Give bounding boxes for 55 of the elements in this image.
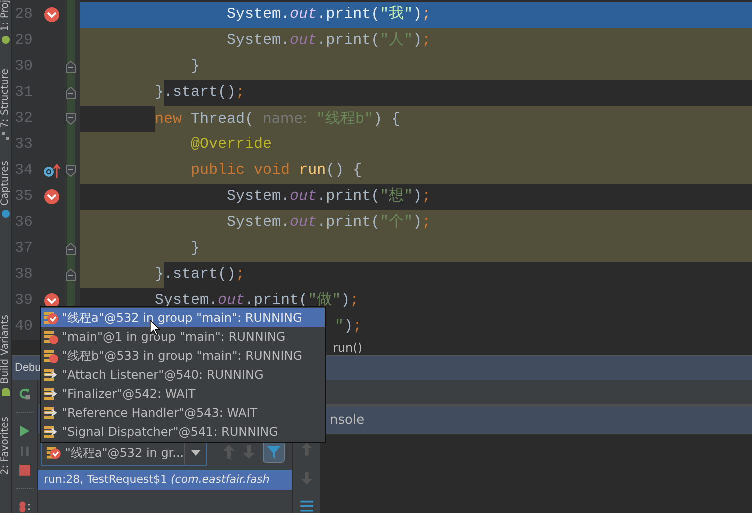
thread-item[interactable]: "线程b"@533 in group "main": RUNNING [41,346,325,365]
thread-suspended-icon [43,328,59,344]
fold-end-icon[interactable] [66,87,76,99]
code-line: System.out.print("做"); [155,291,360,311]
code-line: @Override [191,135,272,155]
code-line: "); [335,317,362,337]
code-line: public void run() { [191,161,362,181]
tool-window-tab[interactable]: 2: Favorites [0,416,11,476]
thread-name: "线程a"@532 in gr... [65,445,184,462]
resume-icon[interactable] [18,425,32,438]
captures-icon [0,208,10,219]
thread-arrow-icon [43,366,59,382]
breakpoint-icon[interactable] [44,7,60,23]
up-arrow-icon[interactable] [300,442,312,456]
thread-suspended-icon [43,348,59,364]
stack-frame[interactable]: run:28, TestRequest$1 (com.eastfair.fash [38,470,292,490]
layout-icon[interactable] [298,500,314,513]
thread-breakpoint-icon [46,445,62,462]
code-line: }.start(); [155,83,246,103]
code-line: }.start(); [155,265,246,285]
dot-icon [0,34,10,45]
thread-item[interactable]: "Attach Listener"@540: RUNNING [41,365,325,384]
thread-arrow-icon [43,404,59,420]
thread-item[interactable]: "Signal Dispatcher"@541: RUNNING [41,422,325,441]
thread-item[interactable]: "线程a"@532 in group "main": RUNNING [41,308,325,327]
override-icon[interactable] [43,163,61,179]
structure-icon [0,131,10,141]
thread-breakpoint-icon [43,310,59,326]
stop-icon[interactable] [18,464,32,476]
fold-end-icon[interactable] [66,61,76,73]
code-line: } [191,239,200,259]
filter-icon [267,445,281,460]
tool-window-tab[interactable]: Captures [0,161,11,206]
caret-icon [190,450,201,456]
tool-window-tab[interactable]: 7: Structure [0,68,11,128]
filter-button[interactable] [263,441,285,464]
thread-arrow-icon [43,424,59,440]
fold-end-icon[interactable] [66,243,76,255]
pointer-icon [150,320,160,336]
console-tab[interactable]: nsole [330,406,365,434]
fold-start-icon[interactable] [66,113,76,125]
thread-item[interactable]: "main"@1 in group "main": RUNNING [41,327,325,346]
tool-window-tab[interactable]: 1: Proj [0,0,11,32]
thread-arrow-icon [43,386,59,402]
thread-item[interactable]: "Finalizer"@542: WAIT [41,384,325,403]
fold-end-icon[interactable] [66,269,76,281]
breakpoint-icon[interactable] [44,189,60,205]
thread-item[interactable]: "Reference Handler"@543: WAIT [41,403,325,422]
tool-window-tab[interactable]: Build Variants [0,314,11,384]
code-line: System.out.print("想"); [227,186,432,207]
code-line: System.out.print("我"); [227,4,432,25]
debug-title: Debu [14,362,42,374]
breadcrumb[interactable]: run() [333,340,363,355]
fold-start-icon[interactable] [66,165,76,177]
code-line: } [191,57,200,77]
